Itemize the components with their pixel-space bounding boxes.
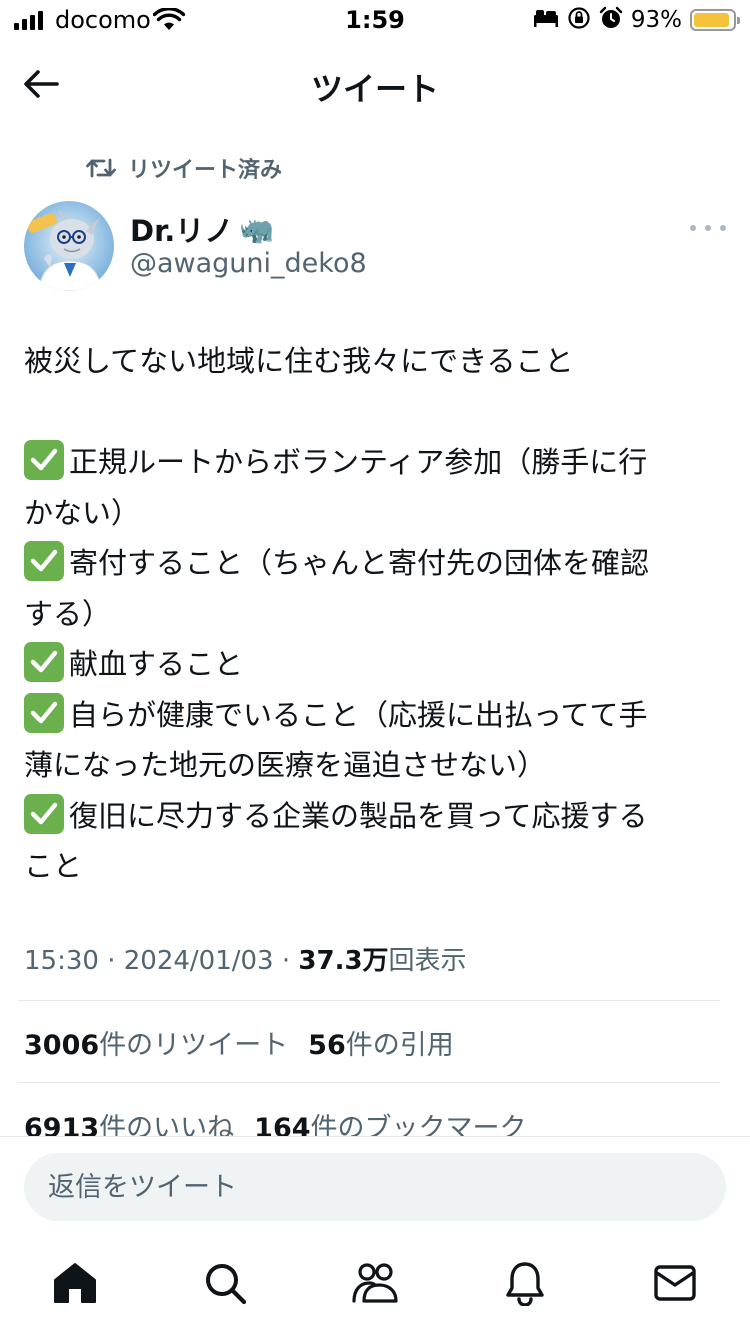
tab-communities[interactable] [350, 1258, 400, 1308]
communities-icon [352, 1263, 398, 1303]
author-name[interactable]: Dr.リノ 🦏 [130, 208, 274, 250]
tweet-line: 自らが健康でいること（応援に出払ってて手 [24, 690, 730, 741]
meta-separator: · [281, 946, 291, 976]
page-title: ツイート [310, 70, 439, 108]
top-header: ツイート [0, 44, 750, 124]
author-name-text: Dr.リノ [130, 214, 234, 248]
more-options-button[interactable] [690, 218, 726, 238]
retweets-stat[interactable]: 3006件のリツイート [24, 1030, 288, 1061]
retweet-icon [86, 158, 116, 178]
avatar[interactable] [24, 201, 114, 291]
tweet-line: かない） [24, 495, 141, 530]
bed-icon [533, 9, 559, 31]
check-mark-icon [24, 692, 64, 733]
quotes-stat[interactable]: 56件の引用 [308, 1030, 454, 1061]
divider [18, 1082, 720, 1083]
check-mark-icon [24, 793, 64, 834]
check-mark-icon [24, 440, 64, 480]
tweet-line: こと [24, 849, 83, 883]
author-handle[interactable]: @awaguni_deko8 [130, 248, 367, 279]
battery-fill [694, 13, 730, 27]
tweet-time[interactable]: 15:30 [24, 946, 99, 976]
views-label: 回表示 [388, 946, 467, 976]
reply-input[interactable] [24, 1153, 726, 1221]
divider [18, 1000, 720, 1001]
meta-separator: · [107, 946, 116, 976]
tweet-line: 献血すること [24, 639, 730, 690]
retweet-context-label: リツイート済み [128, 158, 283, 183]
notifications-icon [506, 1262, 544, 1306]
bottom-tab-bar [0, 1236, 750, 1334]
orientation-lock-icon [567, 6, 591, 34]
home-icon [54, 1263, 96, 1303]
retweets-label: 件のリツイート [99, 1030, 289, 1061]
tweet-line: 正規ルートからボランティア参加（勝手に行 [24, 437, 730, 488]
tweet-line: 被災してない地域に住む我々にできること [24, 344, 574, 378]
battery-icon [690, 9, 740, 31]
views-count: 37.3万 [298, 946, 389, 976]
rhino-emoji: 🦏 [239, 212, 275, 246]
tweet-line: 復旧に尽力する企業の製品を買って応援する [24, 791, 730, 842]
tweet-meta: 15:30 · 2024/01/03 · 37.3万回表示 [24, 940, 467, 977]
more-dot-icon [690, 225, 696, 231]
quotes-count: 56 [308, 1030, 346, 1061]
tab-messages[interactable] [650, 1258, 700, 1308]
status-bar: docomo 1:59 93% [0, 0, 750, 44]
retweet-quote-stats: 3006件のリツイート 56件の引用 [24, 1023, 454, 1062]
tweet-text: 被災してない地域に住む我々にできること 正規ルートからボランティア参加（勝手に行… [24, 336, 730, 892]
tab-notifications[interactable] [500, 1258, 550, 1308]
tab-search[interactable] [200, 1258, 250, 1308]
battery-percent: 93% [630, 7, 682, 33]
tweet-line: 薄になった地元の医療を逼迫させない） [24, 748, 547, 782]
tweet-line: 寄付すること（ちゃんと寄付先の団体を確認 [24, 538, 730, 589]
tweet-date[interactable]: 2024/01/03 [124, 946, 274, 976]
reply-bar [0, 1136, 750, 1236]
alarm-icon [599, 6, 623, 34]
check-mark-icon [24, 642, 64, 682]
tweet-line: する） [24, 596, 112, 631]
check-mark-icon [24, 541, 64, 581]
retweet-context: リツイート済み [86, 152, 282, 184]
messages-icon [654, 1265, 696, 1301]
search-icon [206, 1264, 247, 1305]
retweets-count: 3006 [24, 1030, 100, 1061]
quotes-label: 件の引用 [345, 1030, 454, 1061]
tab-home[interactable] [50, 1258, 100, 1308]
